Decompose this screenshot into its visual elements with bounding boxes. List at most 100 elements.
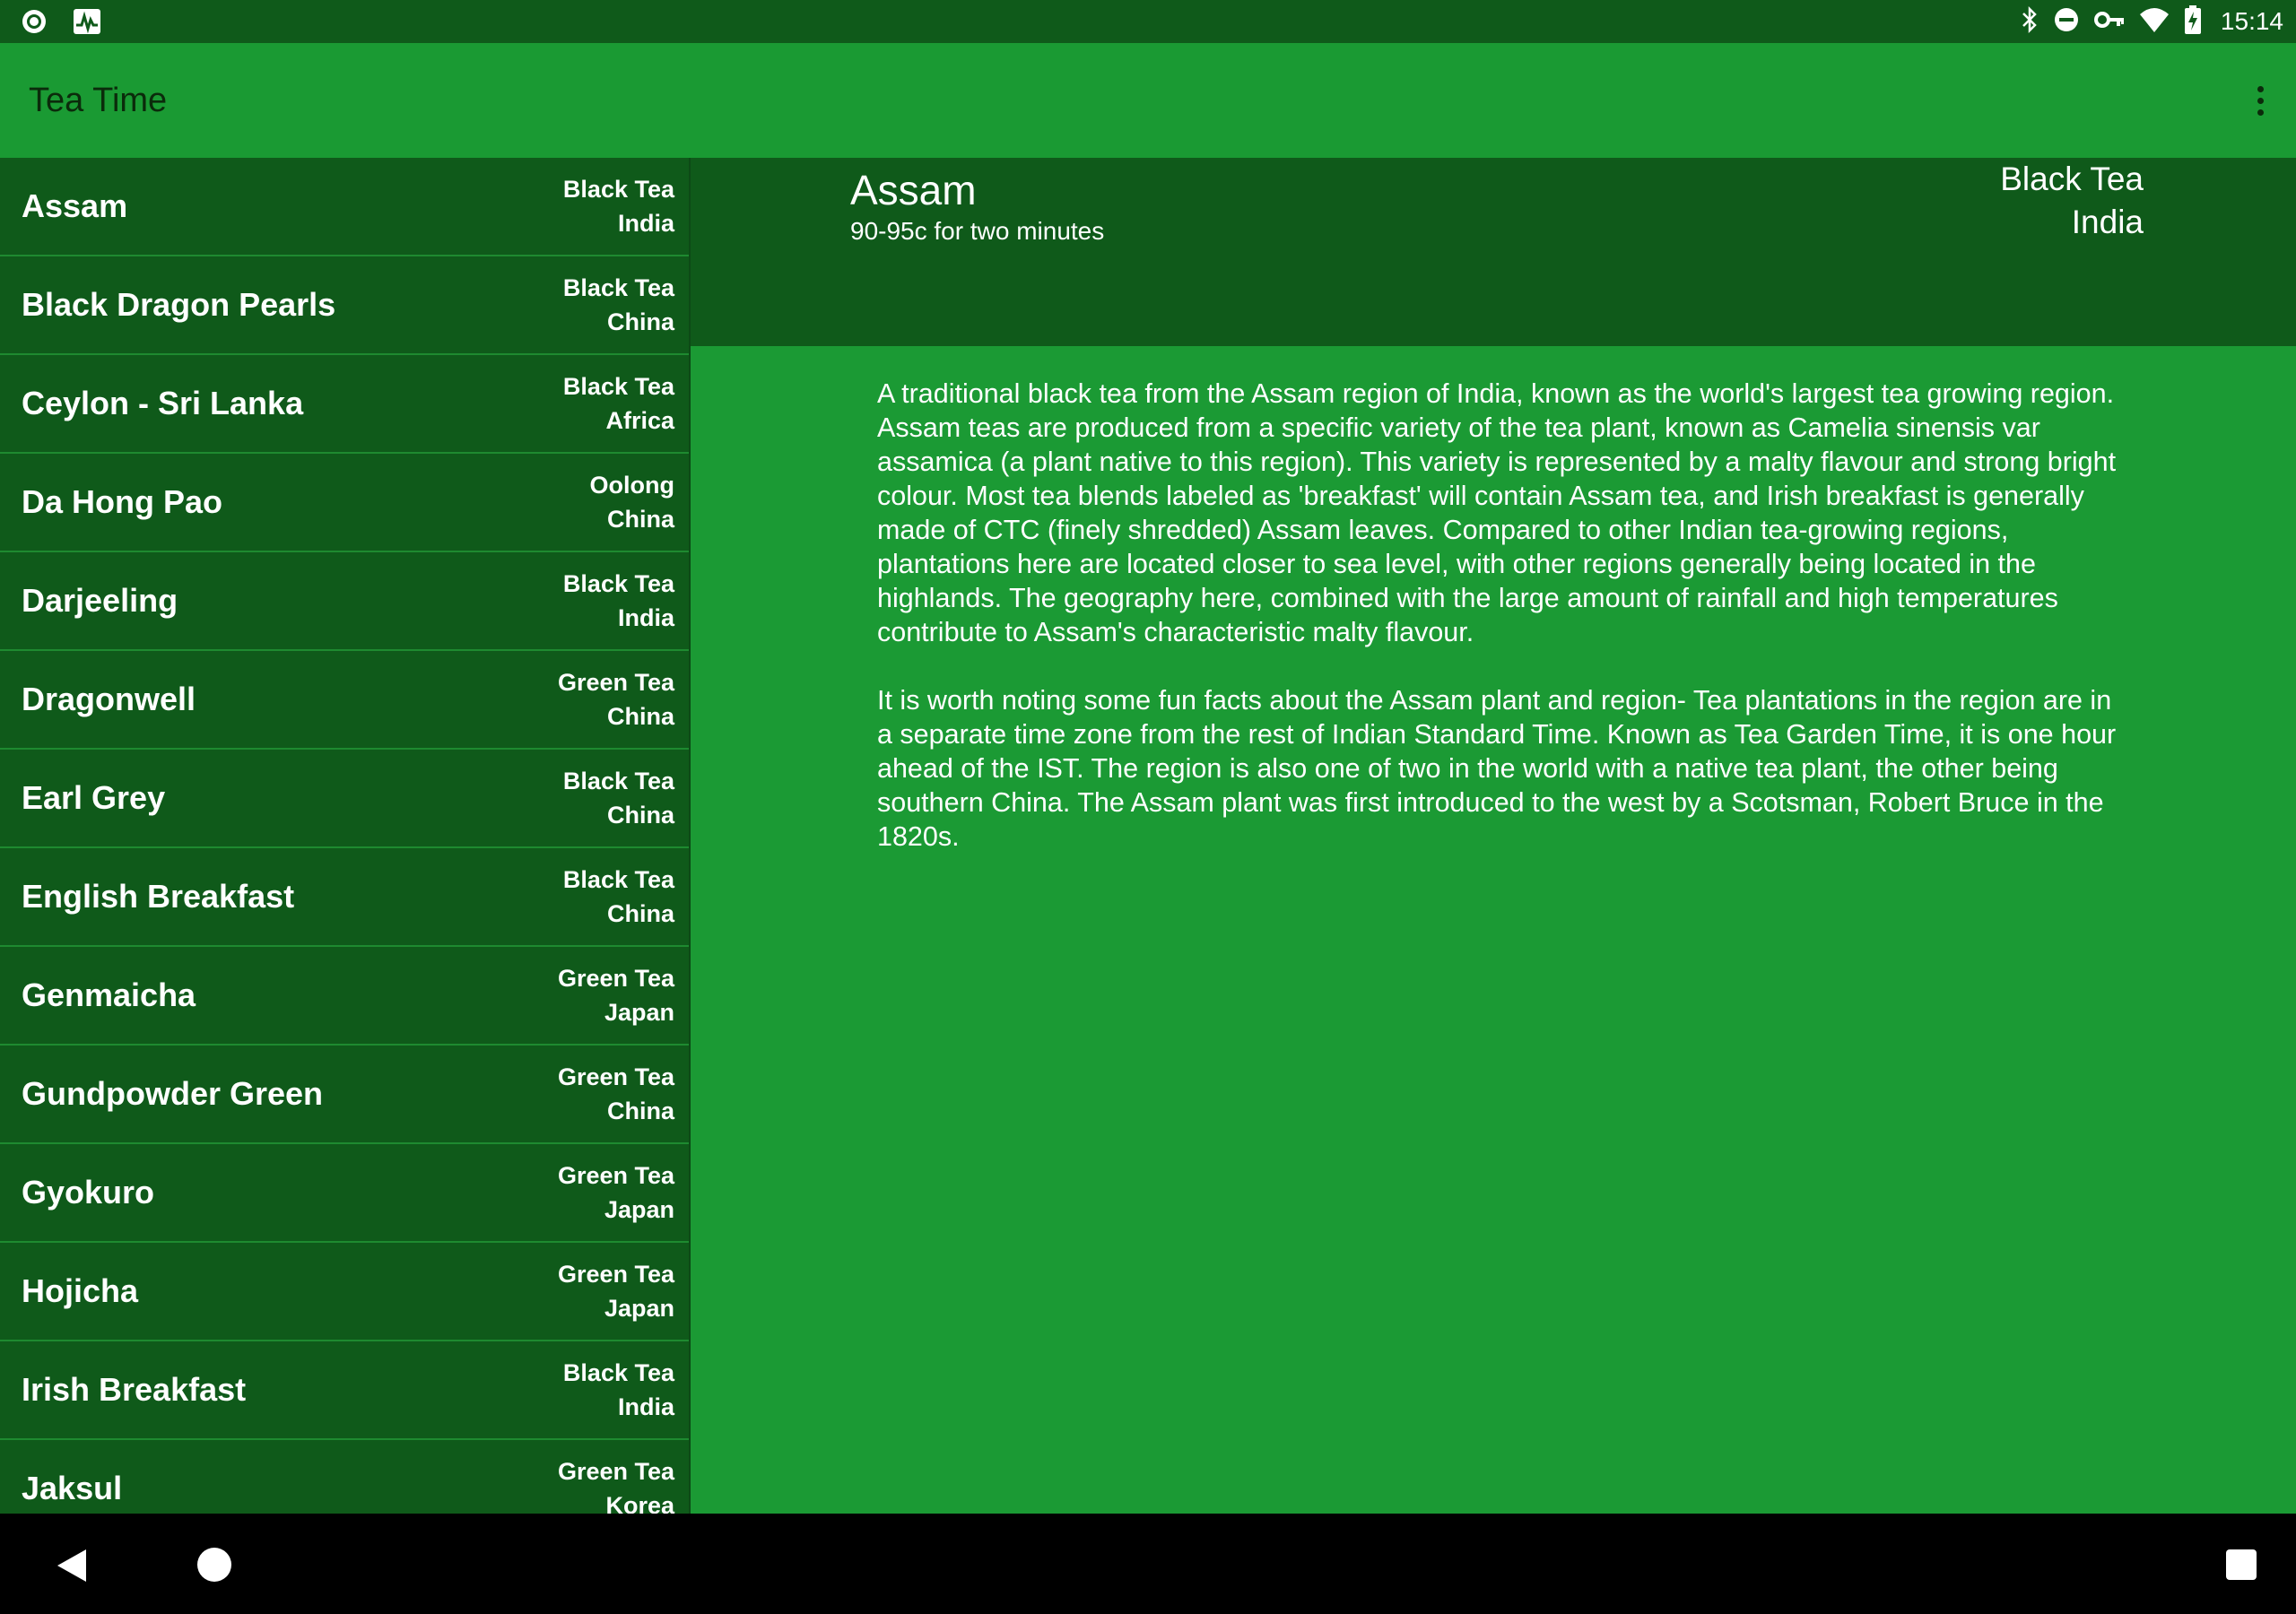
list-item-hojicha[interactable]: Hojicha Green Tea Japan — [0, 1243, 689, 1341]
list-item-gyokuro[interactable]: Gyokuro Green Tea Japan — [0, 1144, 689, 1243]
list-item-darjeeling[interactable]: Darjeeling Black Tea India — [0, 552, 689, 651]
detail-header: Assam 90-95c for two minutes Black Tea I… — [691, 158, 2296, 346]
list-item-da-hong-pao[interactable]: Da Hong Pao Oolong China — [0, 454, 689, 552]
list-item-english-breakfast[interactable]: English Breakfast Black Tea China — [0, 848, 689, 947]
tea-type: Green Tea — [557, 1162, 674, 1189]
tea-type: Oolong — [589, 472, 674, 499]
tea-name: Dragonwell — [22, 681, 196, 717]
tea-meta: Black Tea India — [563, 172, 674, 240]
tea-type: Green Tea — [557, 1261, 674, 1288]
tea-name: Hojicha — [22, 1272, 139, 1309]
status-bar: 15:14 — [0, 0, 2296, 43]
tea-type: Black Tea — [562, 176, 674, 203]
tea-meta: Black Tea China — [563, 863, 674, 931]
detail-brew-instructions: 90-95c for two minutes — [850, 217, 1105, 245]
nav-bar — [0, 1514, 2296, 1614]
activity-graph-icon — [72, 7, 102, 40]
tea-name: Genmaicha — [22, 976, 196, 1013]
home-icon[interactable] — [197, 1548, 231, 1582]
detail-tea-type: Black Tea — [2000, 161, 2144, 197]
tea-meta: Green Tea Korea — [558, 1454, 674, 1514]
tea-origin: Japan — [604, 1196, 674, 1223]
list-item-earl-grey[interactable]: Earl Grey Black Tea China — [0, 750, 689, 848]
list-item-assam[interactable]: Assam Black Tea India — [0, 158, 689, 256]
tea-origin: China — [606, 1098, 674, 1124]
tea-origin: China — [606, 802, 674, 829]
tea-name: Jaksul — [22, 1470, 123, 1506]
list-item-black-dragon-pearls[interactable]: Black Dragon Pearls Black Tea China — [0, 256, 689, 355]
tea-type: Green Tea — [557, 965, 674, 992]
tea-meta: Black Tea India — [563, 567, 674, 635]
status-time: 15:14 — [2220, 7, 2283, 35]
tea-name: Gundpowder Green — [22, 1075, 324, 1112]
tea-origin: Africa — [605, 407, 674, 434]
tea-list[interactable]: Assam Black Tea India Black Dragon Pearl… — [0, 158, 689, 1514]
list-item-irish-breakfast[interactable]: Irish Breakfast Black Tea India — [0, 1341, 689, 1440]
tea-origin: China — [606, 900, 674, 927]
detail-tea-name: Assam — [850, 167, 977, 213]
tea-origin: Korea — [605, 1492, 674, 1514]
recents-icon[interactable] — [2226, 1549, 2257, 1580]
tea-type: Black Tea — [562, 768, 674, 794]
tea-type: Black Tea — [562, 866, 674, 893]
tea-name: Gyokuro — [22, 1174, 155, 1210]
tea-meta: Green Tea Japan — [558, 1257, 674, 1325]
tea-type: Black Tea — [562, 274, 674, 301]
tea-origin: China — [606, 506, 674, 533]
wifi-icon — [2138, 5, 2170, 39]
tea-name: Black Dragon Pearls — [22, 286, 336, 323]
detail-body[interactable]: A traditional black tea from the Assam r… — [691, 346, 2296, 1514]
do-not-disturb-icon — [2052, 5, 2081, 39]
tea-meta: Black Tea Africa — [563, 369, 674, 438]
tea-meta: Green Tea China — [558, 665, 674, 733]
tea-name: Darjeeling — [22, 582, 178, 619]
tea-origin: India — [617, 604, 674, 631]
description-paragraph: A traditional black tea from the Assam r… — [877, 378, 2117, 647]
bluetooth-icon — [2020, 5, 2039, 39]
tea-origin: Japan — [604, 999, 674, 1026]
vpn-key-icon — [2093, 5, 2126, 39]
detail-tea-origin: India — [2071, 204, 2144, 240]
notification-circle-icon — [20, 7, 48, 40]
description-paragraph: It is worth noting some fun facts about … — [877, 685, 2117, 852]
detail-description: A traditional black tea from the Assam r… — [877, 377, 2124, 888]
status-right-icons: 15:14 — [2020, 4, 2283, 39]
tea-name: Earl Grey — [22, 779, 166, 816]
tea-name: English Breakfast — [22, 878, 295, 915]
tea-meta: Green Tea Japan — [558, 1158, 674, 1227]
menu-dot — [2257, 85, 2264, 92]
menu-dot — [2257, 97, 2264, 104]
tea-origin: China — [606, 703, 674, 730]
tea-origin: China — [606, 308, 674, 335]
more-vert-icon[interactable] — [2242, 77, 2278, 124]
tea-type: Black Tea — [562, 373, 674, 400]
tea-origin: India — [617, 210, 674, 237]
tea-type: Green Tea — [557, 1458, 674, 1485]
app-title: Tea Time — [29, 82, 168, 119]
tea-name: Irish Breakfast — [22, 1371, 247, 1408]
battery-charging-icon — [2183, 4, 2203, 39]
tea-name: Assam — [22, 187, 128, 224]
tea-type: Black Tea — [562, 1359, 674, 1386]
list-item-dragonwell[interactable]: Dragonwell Green Tea China — [0, 651, 689, 750]
tea-origin: India — [617, 1393, 674, 1420]
tea-meta: Black Tea India — [563, 1356, 674, 1424]
tea-type: Green Tea — [557, 1063, 674, 1090]
tea-meta: Black Tea China — [563, 764, 674, 832]
tea-meta: Oolong China — [590, 468, 674, 536]
tea-meta: Black Tea China — [563, 271, 674, 339]
tea-meta: Green Tea China — [558, 1060, 674, 1128]
tea-meta: Green Tea Japan — [558, 961, 674, 1029]
tea-name: Ceylon - Sri Lanka — [22, 385, 304, 421]
list-item-genmaicha[interactable]: Genmaicha Green Tea Japan — [0, 947, 689, 1046]
tea-type: Black Tea — [562, 570, 674, 597]
tea-type: Green Tea — [557, 669, 674, 696]
list-item-ceylon[interactable]: Ceylon - Sri Lanka Black Tea Africa — [0, 355, 689, 454]
list-item-gundpowder-green[interactable]: Gundpowder Green Green Tea China — [0, 1046, 689, 1144]
back-icon[interactable] — [56, 1548, 88, 1584]
list-item-jaksul[interactable]: Jaksul Green Tea Korea — [0, 1440, 689, 1514]
status-left-icons — [20, 7, 102, 40]
tea-origin: Japan — [604, 1295, 674, 1322]
tea-name: Da Hong Pao — [22, 483, 223, 520]
menu-dot — [2257, 108, 2264, 116]
